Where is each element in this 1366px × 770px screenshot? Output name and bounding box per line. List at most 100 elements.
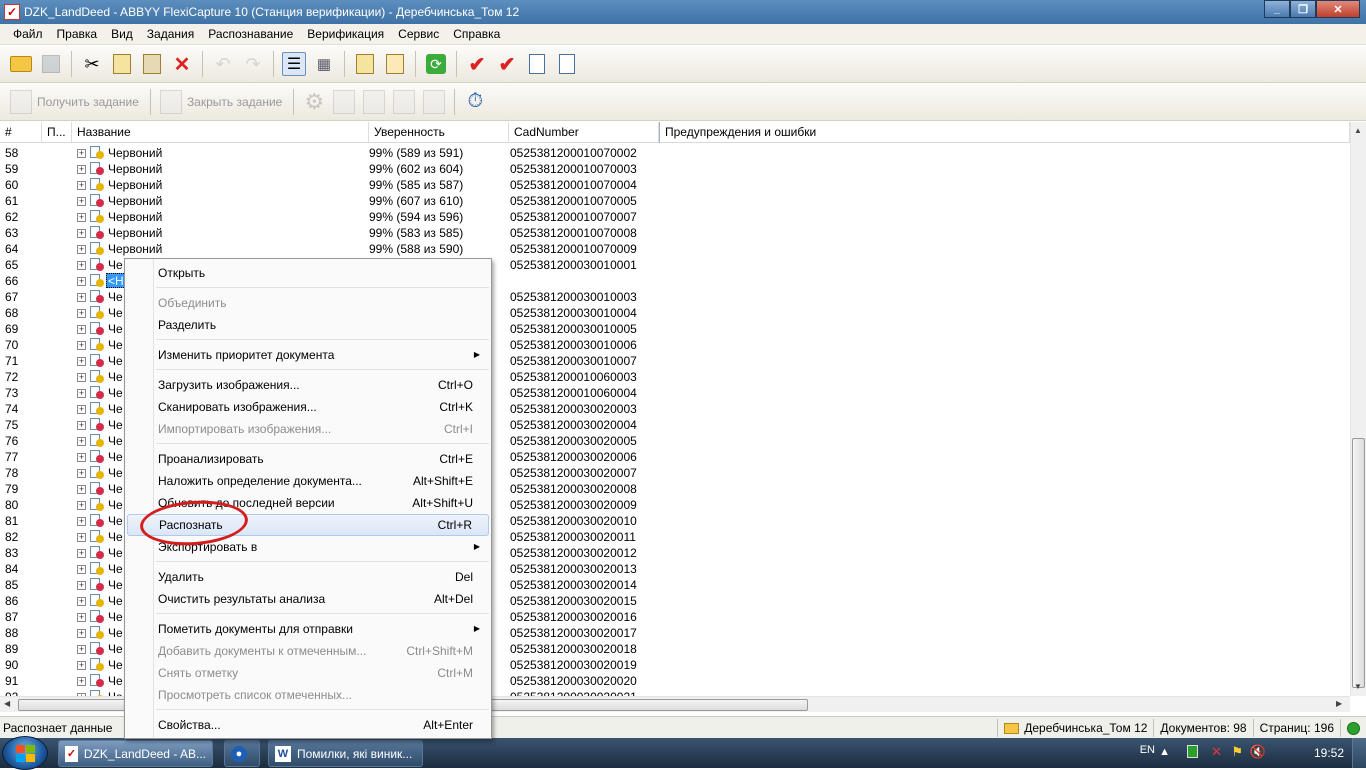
- minimize-button[interactable]: _: [1264, 0, 1290, 18]
- expand-icon[interactable]: +: [77, 661, 86, 670]
- column-warnings[interactable]: Предупреждения и ошибки: [659, 122, 1350, 143]
- menu-edit[interactable]: Правка: [50, 27, 105, 41]
- settings-icon[interactable]: ⚙: [302, 89, 326, 114]
- context-item-21[interactable]: Добавить документы к отмеченным... Ctrl+S…: [127, 640, 489, 662]
- scroll-right-icon[interactable]: ▶: [1336, 699, 1342, 708]
- show-desktop-button[interactable]: [1352, 738, 1366, 768]
- maximize-button[interactable]: ❐: [1290, 0, 1316, 18]
- paste-icon[interactable]: [140, 52, 164, 76]
- table-row[interactable]: 61 + Червоний 99% (607 из 610) 0525381200010…: [0, 193, 1350, 209]
- export-all-icon[interactable]: [555, 52, 579, 76]
- pages-icon[interactable]: [383, 52, 407, 76]
- menu-view[interactable]: Вид: [104, 27, 140, 41]
- stopwatch-icon[interactable]: ⏱: [463, 90, 487, 114]
- context-item-9[interactable]: Импортировать изображения... Ctrl+I: [127, 418, 489, 440]
- rotate-icon[interactable]: [362, 89, 386, 114]
- context-item-11[interactable]: Проанализировать Ctrl+E: [127, 448, 489, 470]
- network-icon[interactable]: ✕: [1211, 744, 1222, 760]
- get-task-button[interactable]: Получить задание: [6, 89, 139, 114]
- scroll-up-icon[interactable]: ▲: [1354, 126, 1362, 135]
- expand-icon[interactable]: +: [77, 261, 86, 270]
- context-item-23[interactable]: Просмотреть список отмеченных...: [127, 684, 489, 706]
- context-item-25[interactable]: Свойства... Alt+Enter: [127, 714, 489, 736]
- scroll-down-icon[interactable]: ▼: [1354, 682, 1362, 691]
- expand-icon[interactable]: +: [77, 533, 86, 542]
- taskbar-app-word[interactable]: W Помилки, які виник...: [268, 740, 423, 767]
- expand-icon[interactable]: +: [77, 277, 86, 286]
- close-task-button[interactable]: Закрыть задание: [156, 89, 282, 114]
- expand-icon[interactable]: +: [77, 213, 86, 222]
- column-confidence[interactable]: Уверенность: [369, 122, 509, 143]
- context-item-18[interactable]: Очистить результаты анализа Alt+Del: [127, 588, 489, 610]
- expand-icon[interactable]: +: [77, 293, 86, 302]
- expand-icon[interactable]: +: [77, 229, 86, 238]
- copy-icon[interactable]: [110, 52, 134, 76]
- table-row[interactable]: 60 + Червоний 99% (585 из 587) 0525381200010…: [0, 177, 1350, 193]
- save-icon[interactable]: [39, 52, 63, 76]
- expand-icon[interactable]: +: [77, 549, 86, 558]
- expand-icon[interactable]: +: [77, 405, 86, 414]
- taskbar-app-flexicapture[interactable]: ✓ DZK_LandDeed - AB...: [58, 740, 213, 767]
- menu-help[interactable]: Справка: [446, 27, 507, 41]
- expand-icon[interactable]: +: [77, 325, 86, 334]
- context-item-12[interactable]: Наложить определение документа... Alt+Shi…: [127, 470, 489, 492]
- context-item-17[interactable]: Удалить Del: [127, 566, 489, 588]
- start-button[interactable]: [2, 736, 48, 770]
- column-cadnumber[interactable]: CadNumber: [509, 122, 659, 143]
- expand-icon[interactable]: +: [77, 245, 86, 254]
- verify-icon[interactable]: ✔: [465, 52, 489, 76]
- refresh-icon[interactable]: ⟳: [424, 52, 448, 76]
- menu-verification[interactable]: Верификация: [300, 27, 391, 41]
- table-row[interactable]: 59 + Червоний 99% (602 из 604) 0525381200010…: [0, 161, 1350, 177]
- verify-all-icon[interactable]: ✔: [495, 52, 519, 76]
- expand-icon[interactable]: +: [77, 613, 86, 622]
- tray-app-icon[interactable]: [1187, 745, 1198, 758]
- send-icon[interactable]: [422, 89, 446, 114]
- thumbnail-view-icon[interactable]: ▦: [312, 52, 336, 76]
- table-row[interactable]: 58 + Червоний 99% (589 из 591) 0525381200010…: [0, 145, 1350, 161]
- menu-file[interactable]: Файл: [6, 27, 50, 41]
- context-item-8[interactable]: Сканировать изображения... Ctrl+K: [127, 396, 489, 418]
- list-view-icon[interactable]: ☰: [282, 52, 306, 76]
- export-icon[interactable]: [525, 52, 549, 76]
- context-item-2[interactable]: Объединить: [127, 292, 489, 314]
- layers-icon[interactable]: [332, 89, 356, 114]
- scroll-left-icon[interactable]: ◀: [4, 699, 10, 708]
- context-item-7[interactable]: Загрузить изображения... Ctrl+O: [127, 374, 489, 396]
- open-folder-icon[interactable]: [9, 52, 33, 76]
- column-number[interactable]: #: [0, 122, 42, 143]
- expand-icon[interactable]: +: [77, 581, 86, 590]
- documents-icon[interactable]: [353, 52, 377, 76]
- expand-icon[interactable]: +: [77, 469, 86, 478]
- redo-icon[interactable]: ↷: [241, 52, 265, 76]
- expand-icon[interactable]: +: [77, 165, 86, 174]
- taskbar-app-browser[interactable]: ●: [224, 740, 260, 767]
- expand-icon[interactable]: +: [77, 437, 86, 446]
- expand-icon[interactable]: +: [77, 677, 86, 686]
- delete-icon[interactable]: ✕: [170, 52, 194, 76]
- expand-icon[interactable]: +: [77, 197, 86, 206]
- vertical-scrollbar[interactable]: ▲ ▼: [1350, 122, 1366, 696]
- column-name[interactable]: Название: [72, 122, 369, 143]
- expand-icon[interactable]: +: [77, 501, 86, 510]
- expand-icon[interactable]: +: [77, 421, 86, 430]
- expand-icon[interactable]: +: [77, 341, 86, 350]
- context-item-3[interactable]: Разделить: [127, 314, 489, 336]
- flag-icon[interactable]: ⚑: [1231, 744, 1243, 760]
- language-indicator[interactable]: EN: [1140, 744, 1155, 756]
- tray-expand-icon[interactable]: ▲: [1159, 746, 1170, 758]
- expand-icon[interactable]: +: [77, 181, 86, 190]
- table-row[interactable]: 64 + Червоний 99% (588 из 590) 0525381200010…: [0, 241, 1350, 257]
- expand-icon[interactable]: +: [77, 645, 86, 654]
- expand-icon[interactable]: +: [77, 485, 86, 494]
- expand-icon[interactable]: +: [77, 357, 86, 366]
- volume-icon[interactable]: 🔇: [1250, 744, 1266, 760]
- undo-icon[interactable]: ↶: [211, 52, 235, 76]
- menu-service[interactable]: Сервис: [391, 27, 446, 41]
- expand-icon[interactable]: +: [77, 565, 86, 574]
- expand-icon[interactable]: +: [77, 597, 86, 606]
- menu-tasks[interactable]: Задания: [140, 27, 201, 41]
- context-item-5[interactable]: Изменить приоритет документа ▶: [127, 344, 489, 366]
- context-item-20[interactable]: Пометить документы для отправки ▶: [127, 618, 489, 640]
- expand-icon[interactable]: +: [77, 389, 86, 398]
